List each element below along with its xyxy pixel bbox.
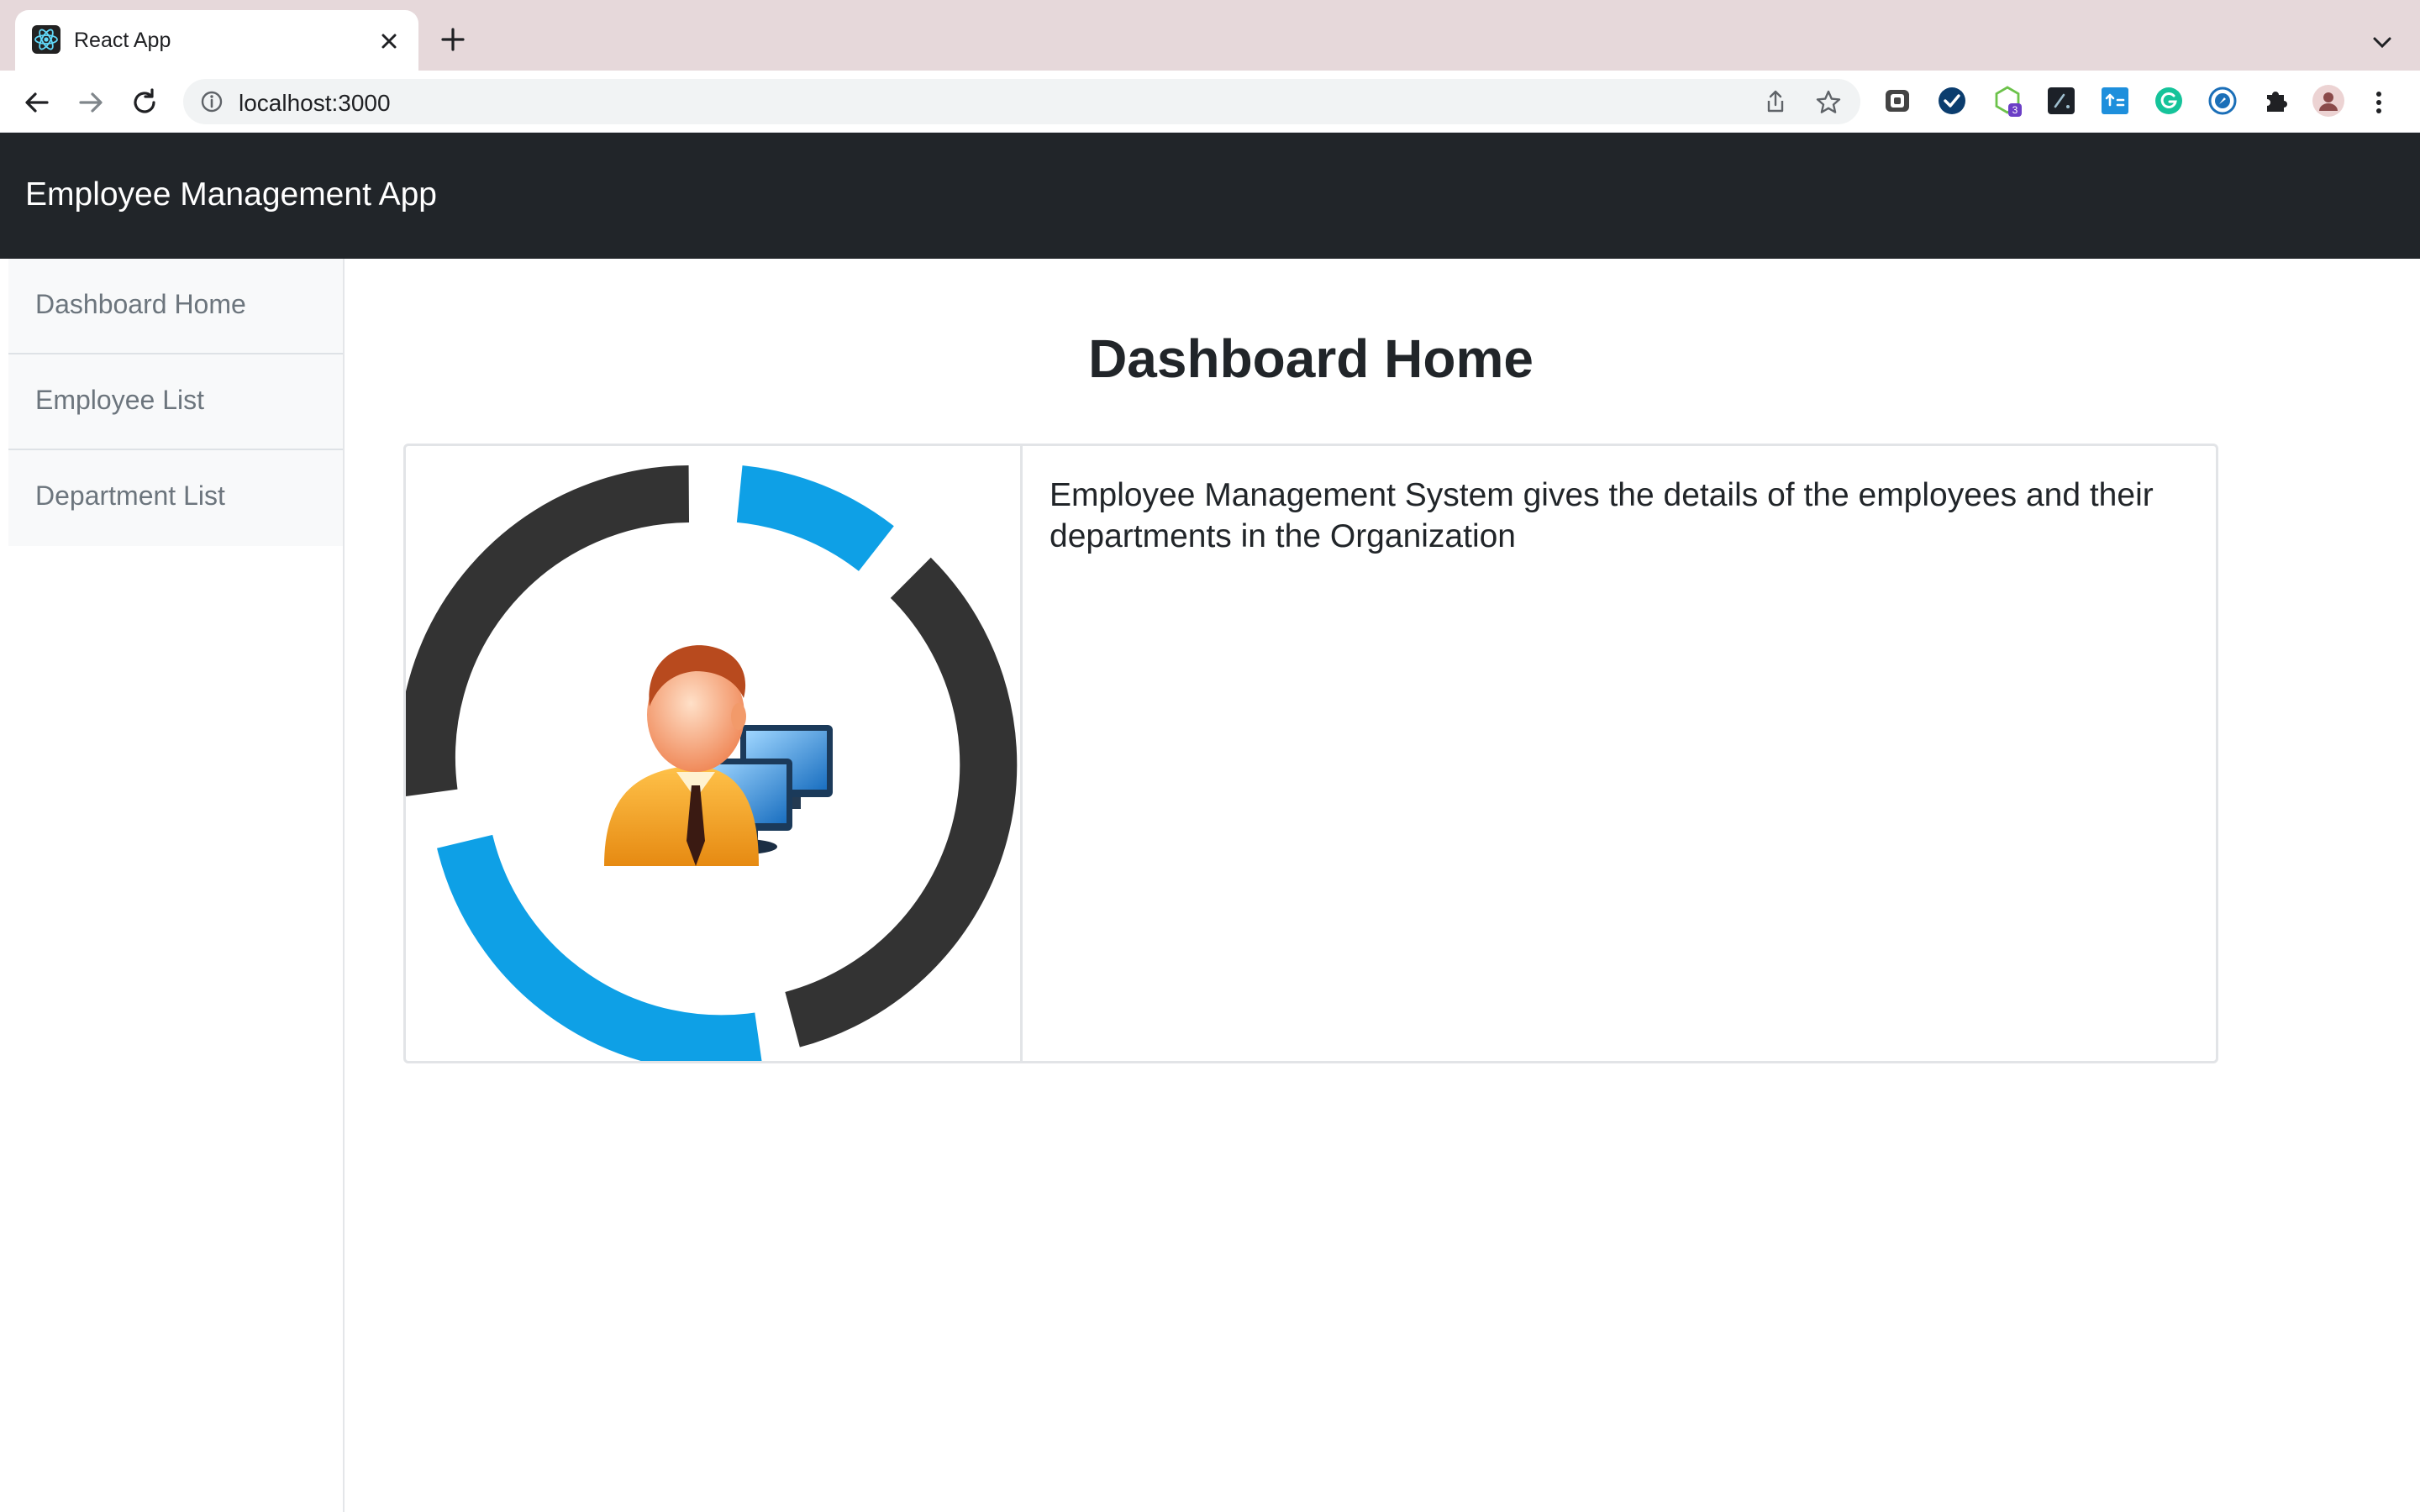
profile-avatar-icon[interactable] (2312, 85, 2344, 117)
person-icon (604, 645, 759, 866)
sidebar-item-label: Dashboard Home (35, 289, 246, 319)
address-bar[interactable]: localhost:3000 (183, 79, 1860, 124)
navbar-brand[interactable]: Employee Management App (25, 176, 437, 213)
reload-icon[interactable] (128, 86, 161, 119)
tab-title: React App (74, 29, 171, 52)
upload-extension-icon[interactable] (2099, 85, 2131, 117)
browser-tab[interactable]: React App (15, 10, 418, 71)
sidebar-item-dashboard-home[interactable]: Dashboard Home (8, 259, 343, 354)
new-tab-plus-icon[interactable] (439, 25, 467, 54)
employee-illustration (406, 446, 1023, 1061)
extension-badge: 3 (2012, 104, 2018, 116)
page-title: Dashboard Home (1088, 328, 1534, 389)
ring-segment-blue (736, 465, 894, 572)
dashboard-card: Employee Management System gives the det… (403, 444, 2218, 1063)
sidebar-item-label: Department List (35, 480, 225, 511)
grammarly-icon[interactable] (2153, 85, 2185, 117)
forward-arrow-icon[interactable] (74, 86, 108, 119)
checkmark-extension-icon[interactable] (1936, 85, 1968, 117)
url-text: localhost:3000 (239, 90, 391, 116)
more-vert-icon[interactable] (2366, 86, 2391, 119)
browser-toolbar: localhost:3000 3 (0, 71, 2420, 133)
bookmark-star-icon[interactable] (1815, 89, 1842, 116)
info-icon[interactable] (200, 90, 224, 113)
terminal-extension-icon[interactable] (2045, 85, 2077, 117)
share-icon[interactable] (1763, 89, 1788, 114)
card-description: Employee Management System gives the det… (1050, 477, 2154, 554)
ring-segment-dark (785, 557, 1018, 1047)
sidebar-item-label: Employee List (35, 385, 204, 415)
chevron-down-icon[interactable] (2368, 30, 2396, 55)
ring-segment-blue (437, 834, 762, 1061)
back-arrow-icon[interactable] (20, 86, 54, 119)
nodejs-extension-icon[interactable]: 3 (1991, 85, 2023, 117)
react-logo-icon (32, 25, 60, 54)
puzzle-extensions-icon[interactable] (2260, 85, 2292, 117)
sidebar: Dashboard Home Employee List Department … (0, 259, 345, 1512)
sidebar-item-department-list[interactable]: Department List (8, 450, 343, 546)
compass-extension-icon[interactable] (2207, 85, 2238, 117)
browser-tab-strip: React App (0, 0, 2420, 71)
ring-segment-dark (406, 465, 690, 796)
close-icon[interactable] (376, 29, 402, 54)
sidebar-item-employee-list[interactable]: Employee List (8, 354, 343, 450)
employee-ring-illustration (406, 465, 1018, 1061)
extension-icon[interactable] (1882, 85, 1914, 117)
app-navbar: Employee Management App (0, 133, 2420, 259)
